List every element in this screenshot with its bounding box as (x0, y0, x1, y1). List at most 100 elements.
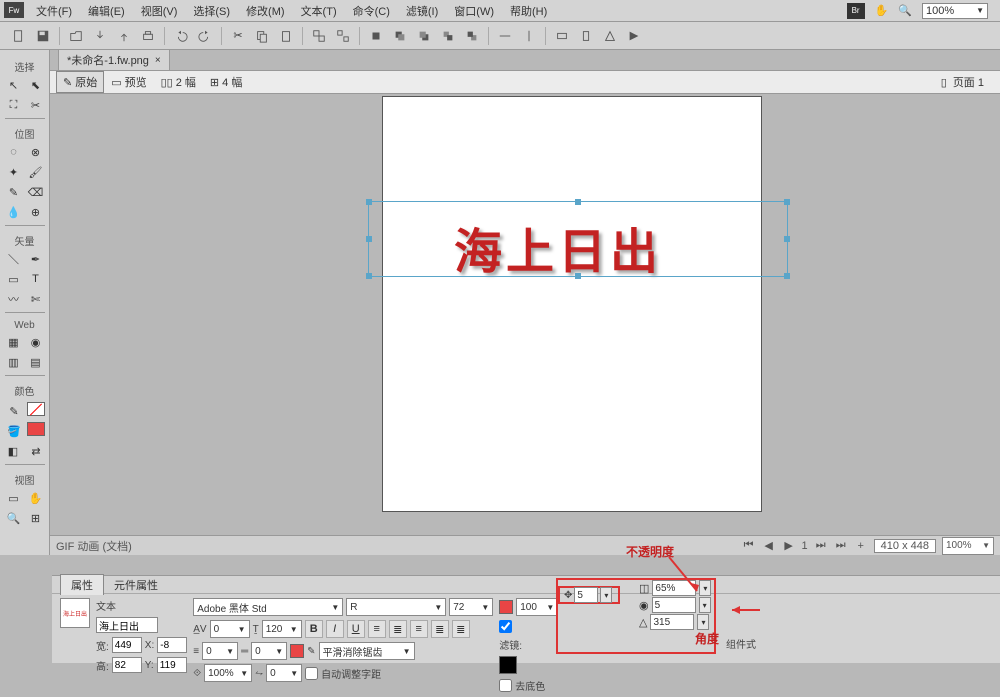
flip-v-icon[interactable] (623, 25, 645, 47)
eraser-tool-icon[interactable]: ⌫ (26, 183, 46, 201)
font-size-select[interactable]: 72▼ (449, 598, 493, 616)
handle-sw[interactable] (366, 273, 372, 279)
space-input[interactable]: 0▼ (251, 642, 287, 660)
brush-tool-icon[interactable]: 🖌 (26, 163, 46, 181)
last-page-icon[interactable]: ⏭ (834, 539, 848, 552)
pointer-tool-icon[interactable]: ↖ (4, 76, 24, 94)
italic-button[interactable]: I (326, 620, 344, 638)
lasso-tool-icon[interactable]: ⊗ (26, 143, 46, 161)
indent-input[interactable]: 0▼ (202, 642, 238, 660)
open-icon[interactable] (65, 25, 87, 47)
leading-input[interactable]: 120▼ (262, 620, 302, 638)
fill-color-swatch[interactable] (499, 600, 513, 614)
align1-icon[interactable] (494, 25, 516, 47)
stroke-swatch[interactable] (27, 402, 45, 416)
antialias-select[interactable]: 平滑消除锯齿▼ (319, 642, 415, 660)
document-tab[interactable]: *未命名-1.fw.png × (58, 49, 170, 70)
import-icon[interactable] (89, 25, 111, 47)
view-4up-button[interactable]: ⊞4 幅 (203, 71, 249, 93)
bridge-button[interactable]: Br (847, 3, 865, 19)
arrange3-icon[interactable] (413, 25, 435, 47)
text-fill-swatch[interactable] (290, 644, 304, 658)
blur-tool-icon[interactable]: 💧 (4, 203, 24, 221)
handle-se[interactable] (784, 273, 790, 279)
export-icon[interactable] (113, 25, 135, 47)
effect-offset-input[interactable]: 5 (574, 587, 598, 603)
show-slice-icon[interactable]: ▤ (26, 353, 46, 371)
view-preview-button[interactable]: ▭预览 (104, 71, 153, 93)
rotate2-icon[interactable] (575, 25, 597, 47)
softness-dropdown-icon[interactable]: ▾ (699, 597, 711, 613)
menu-filters[interactable]: 滤镜(I) (398, 3, 446, 19)
effect-on-checkbox[interactable] (499, 620, 512, 633)
menu-window[interactable]: 窗口(W) (446, 3, 502, 19)
hotspot-tool-icon[interactable]: ◉ (26, 333, 46, 351)
add-frame-icon[interactable]: + (854, 540, 868, 552)
effect-opacity-input[interactable]: 65% (652, 580, 696, 596)
first-page-icon[interactable]: ⏮ (742, 539, 756, 552)
align2-icon[interactable] (518, 25, 540, 47)
canvas[interactable] (382, 96, 762, 512)
line-tool-icon[interactable]: ＼ (4, 250, 24, 268)
scale-tool-icon[interactable]: ⛶ (4, 96, 24, 114)
opacity-dropdown-icon[interactable]: ▾ (699, 580, 711, 596)
swap-colors-icon[interactable]: ⇄ (26, 442, 46, 460)
view-2up-button[interactable]: ▯▯2 幅 (154, 71, 203, 93)
prev-page-icon[interactable]: ◀ (762, 539, 776, 552)
x-input[interactable] (157, 637, 187, 653)
menu-edit[interactable]: 编辑(E) (80, 3, 133, 19)
autokern-checkbox[interactable] (305, 667, 318, 680)
offset-dropdown-icon[interactable]: ▾ (600, 587, 612, 603)
crop-tool-icon[interactable]: ✂ (26, 96, 46, 114)
save-icon[interactable] (32, 25, 54, 47)
next-page-icon[interactable]: ⏭ (814, 539, 828, 552)
rotate1-icon[interactable] (551, 25, 573, 47)
align-left-icon[interactable]: ≡ (368, 620, 386, 638)
menu-text[interactable]: 文本(T) (293, 3, 345, 19)
knockout-checkbox[interactable] (499, 679, 512, 692)
arrange1-icon[interactable] (365, 25, 387, 47)
extra-tool-icon[interactable]: ⊞ (26, 509, 46, 527)
knife-tool-icon[interactable]: ✄ (26, 290, 46, 308)
text-tool-icon[interactable]: T (26, 270, 46, 288)
slice-tool-icon[interactable]: ▦ (4, 333, 24, 351)
menu-select[interactable]: 选择(S) (185, 3, 238, 19)
menu-file[interactable]: 文件(F) (28, 3, 80, 19)
baseline-input[interactable]: 0▼ (266, 664, 302, 682)
arrange4-icon[interactable] (437, 25, 459, 47)
canvas-viewport[interactable]: 海上日出 (50, 94, 1000, 535)
hand-icon[interactable]: ✋ (875, 4, 889, 17)
page-icon[interactable]: ▯ (941, 76, 947, 89)
pen-tool-icon[interactable]: ✒ (26, 250, 46, 268)
freeform-tool-icon[interactable]: 〰 (4, 290, 24, 308)
stamp-tool-icon[interactable]: ⊕ (26, 203, 46, 221)
screen-mode-icon[interactable]: ▭ (4, 489, 24, 507)
align-justify-icon[interactable]: ≣ (431, 620, 449, 638)
hide-slice-icon[interactable]: ▥ (4, 353, 24, 371)
effect-angle-input[interactable]: 315 (650, 614, 694, 630)
bold-button[interactable]: B (305, 620, 323, 638)
fill-swatch[interactable] (27, 422, 45, 436)
arrange5-icon[interactable] (461, 25, 483, 47)
new-icon[interactable] (8, 25, 30, 47)
subselect-tool-icon[interactable]: ⬉ (26, 76, 46, 94)
wand-tool-icon[interactable]: ✦ (4, 163, 24, 181)
align-center-icon[interactable]: ≣ (389, 620, 407, 638)
object-name-input[interactable] (96, 617, 158, 633)
style-button-label[interactable]: 组件式 (726, 636, 756, 651)
search-icon[interactable]: 🔍 (898, 4, 912, 17)
handle-e[interactable] (784, 236, 790, 242)
tab-component-props[interactable]: 元件属性 (104, 575, 168, 595)
hand-tool-icon[interactable]: ✋ (26, 489, 46, 507)
tab-properties[interactable]: 属性 (60, 574, 104, 595)
angle-dropdown-icon[interactable]: ▾ (697, 614, 709, 630)
width-input[interactable] (112, 637, 142, 653)
menu-modify[interactable]: 修改(M) (238, 3, 293, 19)
paste-icon[interactable] (275, 25, 297, 47)
opacity-select[interactable]: 100▼ (516, 598, 558, 616)
stroke-picker-icon[interactable]: ✎ (4, 402, 24, 420)
align-right-icon[interactable]: ≡ (410, 620, 428, 638)
marquee-tool-icon[interactable]: ◌ (4, 143, 24, 161)
group-icon[interactable] (308, 25, 330, 47)
selection-box[interactable] (368, 201, 788, 277)
